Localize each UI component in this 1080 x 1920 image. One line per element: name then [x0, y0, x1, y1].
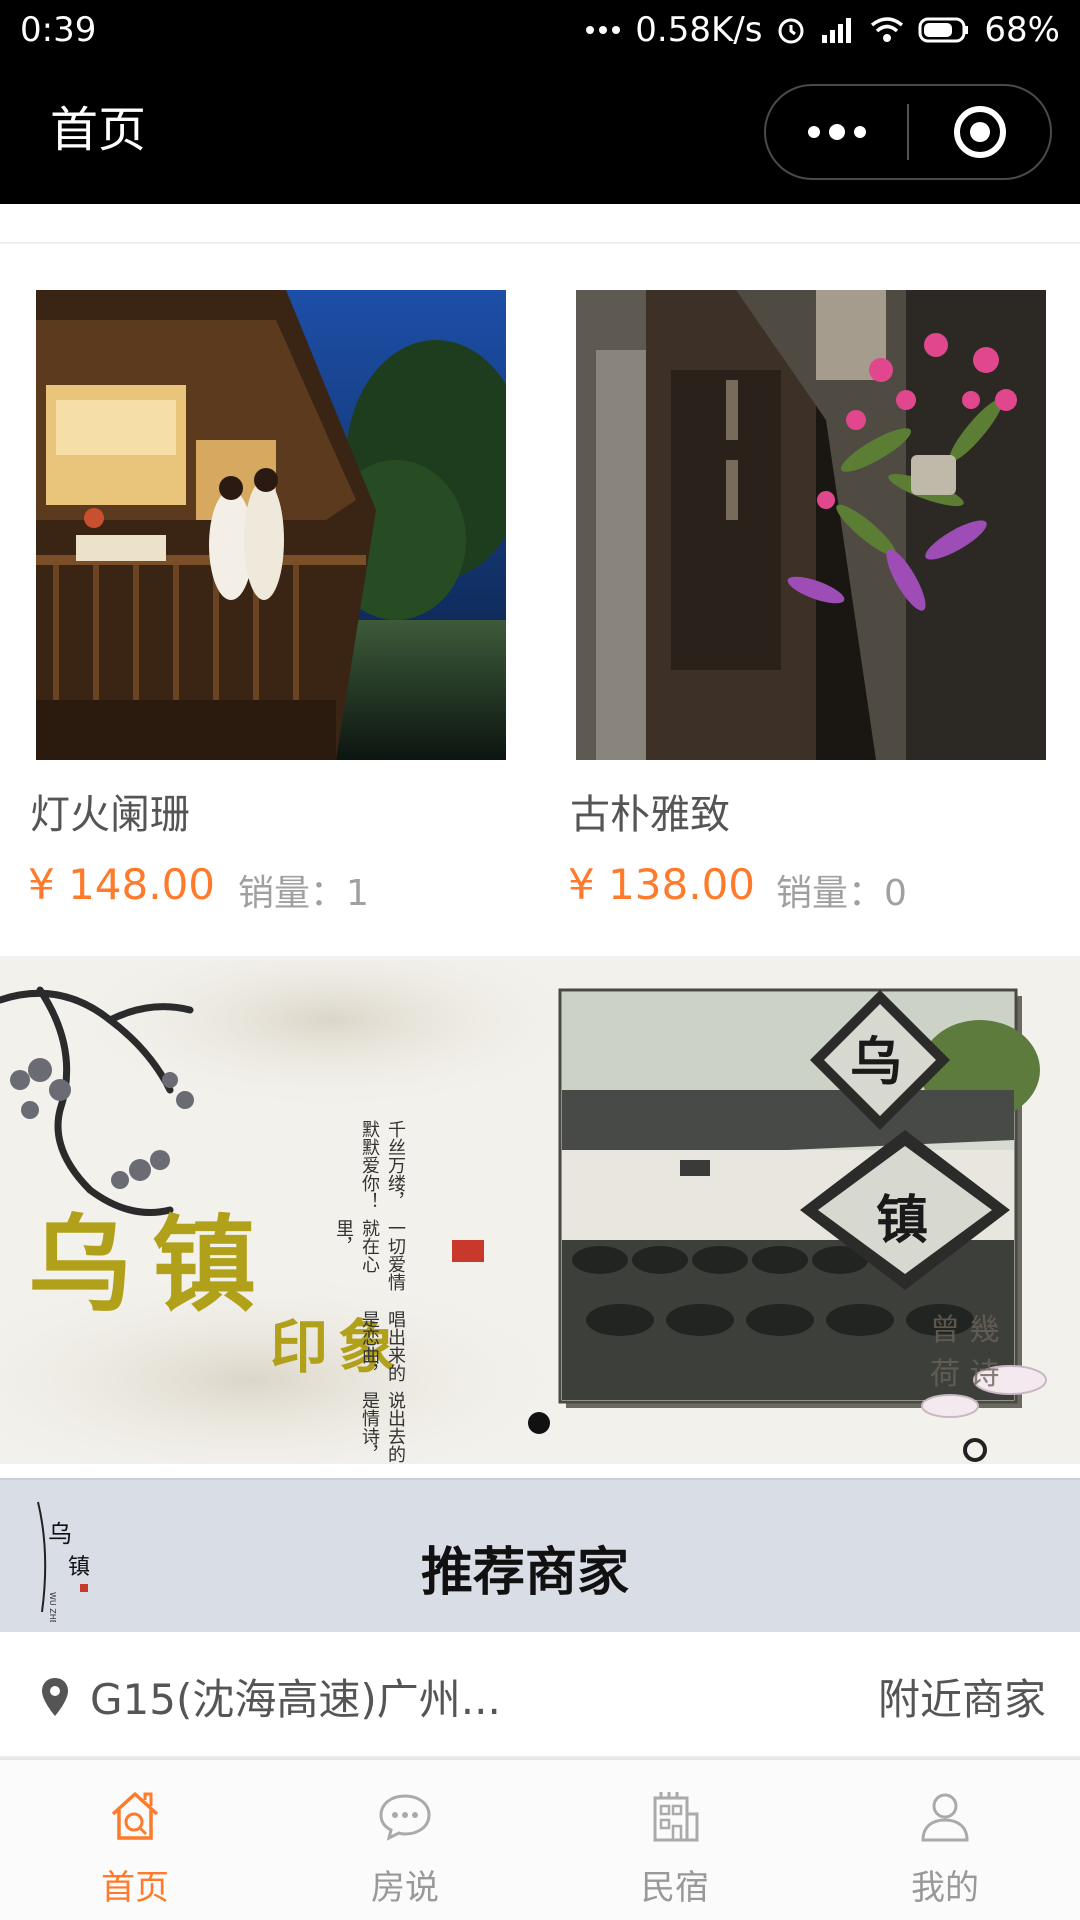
banner-carousel[interactable]: 乌镇 印象 说出去的是情诗， 唱出来的是恋曲， 一切爱情就在心里， 千丝万缕，默…	[0, 960, 1080, 1464]
user-icon	[921, 1793, 969, 1842]
home-icon	[111, 1792, 159, 1840]
sign-character-top: 乌	[850, 1032, 903, 1093]
wifi-icon	[871, 17, 904, 42]
tab-minsu[interactable]: 民宿	[540, 1760, 810, 1920]
sales-count: 1	[346, 873, 369, 914]
product-name[interactable]: 古朴雅致	[570, 782, 730, 840]
tab-label: 房说	[371, 1868, 439, 1908]
status-time: 0:39	[20, 10, 97, 50]
banner-poem: 说出去的是情诗， 唱出来的是恋曲， 一切爱情就在心里， 千丝万缕，默默爱你！	[330, 1120, 408, 1464]
building-icon	[653, 1792, 699, 1842]
chat-icon	[379, 1794, 431, 1841]
tab-fangshuo[interactable]: 房说	[270, 1760, 540, 1920]
product-photo[interactable]	[576, 290, 1046, 760]
product-sales: 销量：0	[776, 864, 907, 916]
section-title: 推荐商家	[420, 1543, 629, 1603]
sign-character-bottom: 镇	[876, 1190, 929, 1251]
location-row[interactable]: G15(沈海高速)广州... 附近商家	[0, 1634, 1080, 1758]
sales-count: 0	[884, 873, 907, 914]
battery-level: 68%	[984, 10, 1060, 50]
more-dots-icon	[586, 26, 621, 34]
tab-mine[interactable]: 我的	[810, 1760, 1080, 1920]
poem-line: 说出去的是情诗，	[359, 1390, 406, 1463]
page-title: 首页	[50, 102, 147, 158]
network-speed: 0.58K/s	[635, 10, 763, 50]
battery-icon	[918, 17, 969, 43]
recommended-merchants-header: 乌 镇 WU ZHEN 推荐商家	[0, 1478, 1080, 1632]
nearby-merchants-link[interactable]: 附近商家	[878, 1666, 1046, 1727]
sales-label: 销量：	[238, 873, 347, 914]
tab-label: 我的	[911, 1868, 979, 1908]
current-location[interactable]: G15(沈海高速)广州...	[90, 1666, 501, 1727]
product-price: ¥ 148.00	[28, 860, 216, 909]
product-name[interactable]: 灯火阑珊	[30, 782, 190, 840]
top-spacer	[0, 204, 1080, 244]
banner-side-text: 曾 幾 荷 诗	[930, 1313, 1000, 1392]
tab-label: 民宿	[641, 1868, 709, 1908]
product-photo[interactable]	[36, 290, 506, 760]
product-card[interactable]	[576, 290, 1046, 760]
riverside-inn-photo	[36, 290, 506, 760]
product-price: ¥ 138.00	[568, 860, 756, 909]
signal-icon	[822, 18, 852, 43]
tab-label: 首页	[101, 1868, 169, 1908]
hanging-plant-photo	[576, 290, 1046, 760]
more-button[interactable]	[766, 86, 907, 178]
carousel-dot-active[interactable]	[528, 1412, 550, 1434]
banner-title: 乌镇	[28, 1203, 277, 1326]
close-target-icon	[953, 106, 1006, 158]
poem-seal	[452, 1240, 484, 1262]
product-card[interactable]	[36, 290, 506, 760]
mini-program-capsule	[764, 84, 1052, 180]
tab-bar: 首页 房说 民宿 我的	[0, 1758, 1080, 1920]
alarm-icon	[778, 18, 804, 44]
tab-home[interactable]: 首页	[0, 1760, 270, 1920]
nav-bar: 首页	[0, 60, 1080, 204]
more-icon	[807, 124, 866, 140]
close-button[interactable]	[909, 86, 1050, 178]
product-sales: 销量：1	[238, 864, 369, 916]
poem-line: 唱出来的是恋曲，	[359, 1309, 406, 1382]
sales-label: 销量：	[776, 873, 885, 914]
status-icons: 0.58K/s 68%	[585, 10, 1060, 50]
poem-line: 一切爱情就在心里，	[333, 1219, 406, 1292]
poem-line: 千丝万缕，默默爱你！	[359, 1120, 406, 1211]
status-bar: 0:39 0.58K/s 68%	[0, 0, 1080, 60]
location-pin-icon	[42, 1678, 68, 1716]
